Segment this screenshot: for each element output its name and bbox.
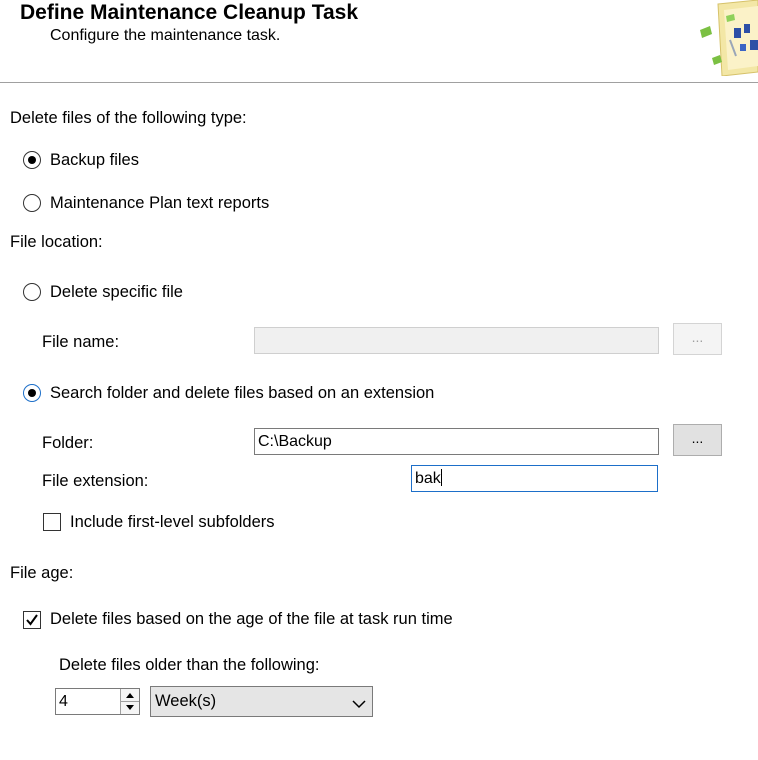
- backup-files-radio[interactable]: [23, 151, 41, 169]
- wizard-header: Define Maintenance Cleanup Task Configur…: [0, 0, 758, 83]
- search-folder-radio[interactable]: [23, 384, 41, 402]
- wizard-banner-icon: [700, 0, 758, 77]
- checkmark-icon: [26, 614, 38, 626]
- maintenance-cleanup-task-page: Define Maintenance Cleanup Task Configur…: [0, 0, 758, 760]
- include-subfolders-label[interactable]: Include first-level subfolders: [70, 513, 275, 532]
- arrow-down-icon: [126, 705, 134, 710]
- file-extension-label: File extension:: [42, 472, 149, 490]
- file-name-input[interactable]: [254, 327, 659, 354]
- stepper-arrows: [120, 689, 139, 714]
- age-amount-stepper[interactable]: 4: [55, 688, 140, 715]
- delete-by-age-label[interactable]: Delete files based on the age of the fil…: [50, 610, 453, 629]
- stepper-down-button[interactable]: [121, 701, 139, 713]
- text-reports-radio[interactable]: [23, 194, 41, 212]
- age-unit-select[interactable]: Week(s): [150, 686, 373, 717]
- chevron-down-icon: [352, 696, 366, 714]
- folder-input[interactable]: C:\Backup: [254, 428, 659, 455]
- search-folder-label[interactable]: Search folder and delete files based on …: [50, 384, 434, 403]
- file-extension-input[interactable]: bak: [411, 465, 658, 492]
- backup-files-label[interactable]: Backup files: [50, 151, 139, 170]
- age-unit-value: Week(s): [155, 692, 217, 710]
- page-title: Define Maintenance Cleanup Task: [20, 1, 359, 24]
- file-age-section-label: File age:: [10, 564, 74, 582]
- folder-browse-button[interactable]: ...: [673, 424, 722, 456]
- file-type-section-label: Delete files of the following type:: [10, 109, 247, 127]
- delete-by-age-checkbox[interactable]: [23, 611, 41, 629]
- text-caret: [440, 469, 442, 486]
- age-amount-value: 4: [59, 693, 68, 710]
- older-than-label: Delete files older than the following:: [59, 656, 320, 674]
- include-subfolders-checkbox[interactable]: [43, 513, 61, 531]
- page-subtitle: Configure the maintenance task.: [50, 27, 281, 44]
- file-location-section-label: File location:: [10, 233, 103, 251]
- folder-label: Folder:: [42, 434, 94, 452]
- file-extension-value: bak: [415, 470, 441, 487]
- text-reports-label[interactable]: Maintenance Plan text reports: [50, 194, 269, 213]
- file-name-browse-button[interactable]: ...: [673, 323, 722, 355]
- delete-specific-file-label[interactable]: Delete specific file: [50, 283, 183, 302]
- file-name-label: File name:: [42, 333, 120, 351]
- delete-specific-file-radio[interactable]: [23, 283, 41, 301]
